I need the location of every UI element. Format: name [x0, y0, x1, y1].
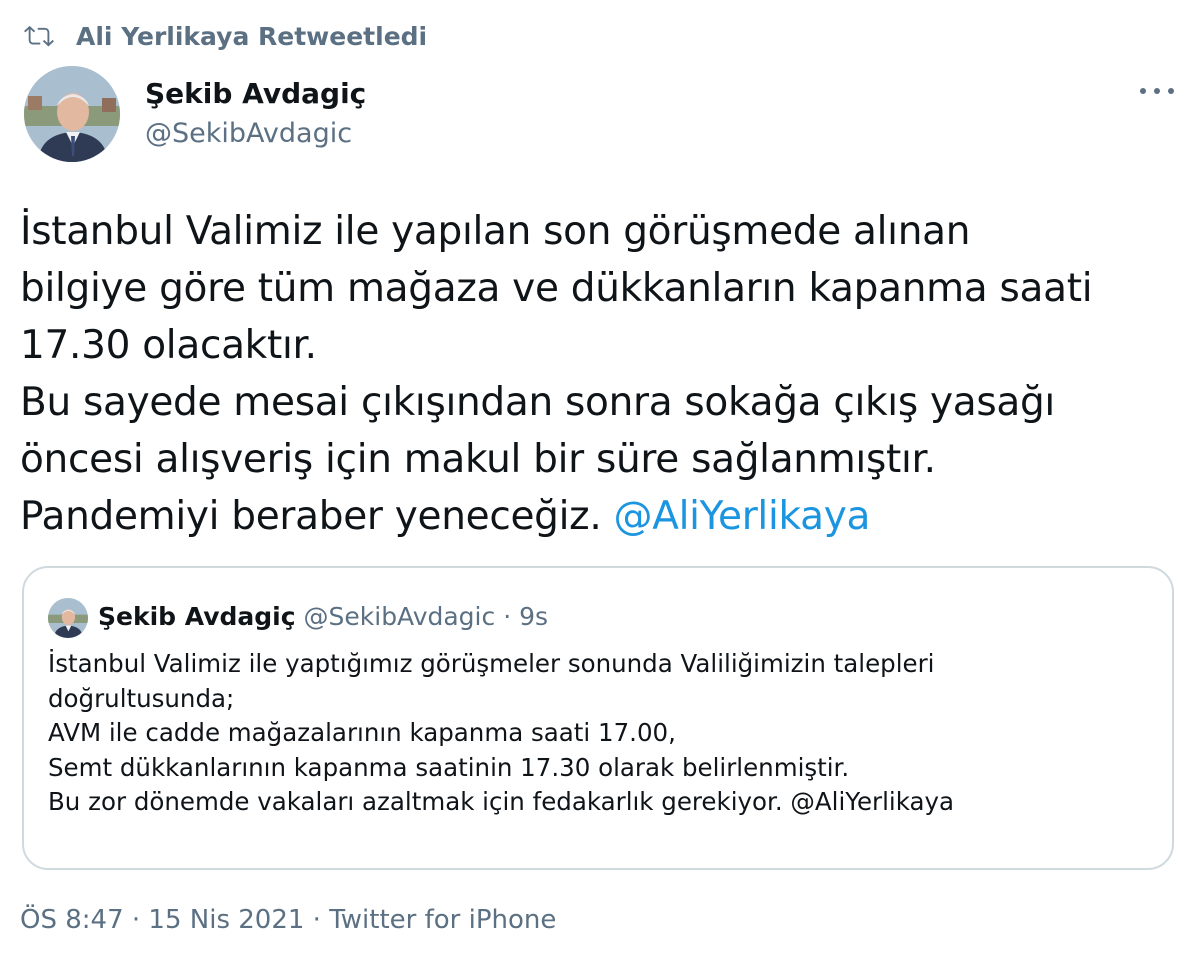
quote-time: 9s — [519, 602, 549, 631]
tweet-page: Ali Yerlikaya Retweetledi Şekib Avdagiç … — [0, 0, 1200, 970]
quote-text: İstanbul Valimiz ile yaptığımız görüşmel… — [48, 649, 955, 816]
quote-separator: · — [495, 602, 520, 631]
retweet-context[interactable]: Ali Yerlikaya Retweetledi — [24, 14, 427, 58]
author-avatar[interactable] — [24, 66, 120, 162]
more-dot — [1140, 88, 1146, 94]
tweet-date[interactable]: 15 Nis 2021 — [148, 905, 304, 935]
meta-separator: · — [304, 905, 330, 935]
mention-link[interactable]: @AliYerlikaya — [614, 494, 871, 539]
tweet-metadata: ÖS 8:47 · 15 Nis 2021 · Twitter for iPho… — [20, 905, 556, 935]
tweet-body: İstanbul Valimiz ile yapılan son görüşme… — [20, 209, 1093, 539]
quote-author-avatar — [48, 598, 88, 638]
tweet-source[interactable]: Twitter for iPhone — [329, 905, 556, 935]
quote-author-handle: @SekibAvdagic — [303, 602, 496, 631]
more-options-icon[interactable] — [1132, 76, 1182, 106]
more-dot — [1154, 88, 1160, 94]
retweet-icon — [24, 21, 54, 51]
more-dot — [1168, 88, 1174, 94]
quote-author-name: Şekib Avdagiç — [98, 602, 296, 631]
quote-header: Şekib Avdagiç @SekibAvdagic · 9s — [98, 602, 548, 631]
tweet-text: İstanbul Valimiz ile yapılan son görüşme… — [20, 203, 1185, 545]
author-handle[interactable]: @SekibAvdagic — [145, 118, 352, 149]
meta-separator: · — [123, 905, 149, 935]
retweet-label[interactable]: Ali Yerlikaya Retweetledi — [76, 22, 427, 51]
tweet-time[interactable]: ÖS 8:47 — [20, 905, 124, 935]
quoted-tweet[interactable]: Şekib Avdagiç @SekibAvdagic · 9s İstanbu… — [22, 566, 1174, 870]
author-name[interactable]: Şekib Avdagiç — [145, 77, 366, 110]
